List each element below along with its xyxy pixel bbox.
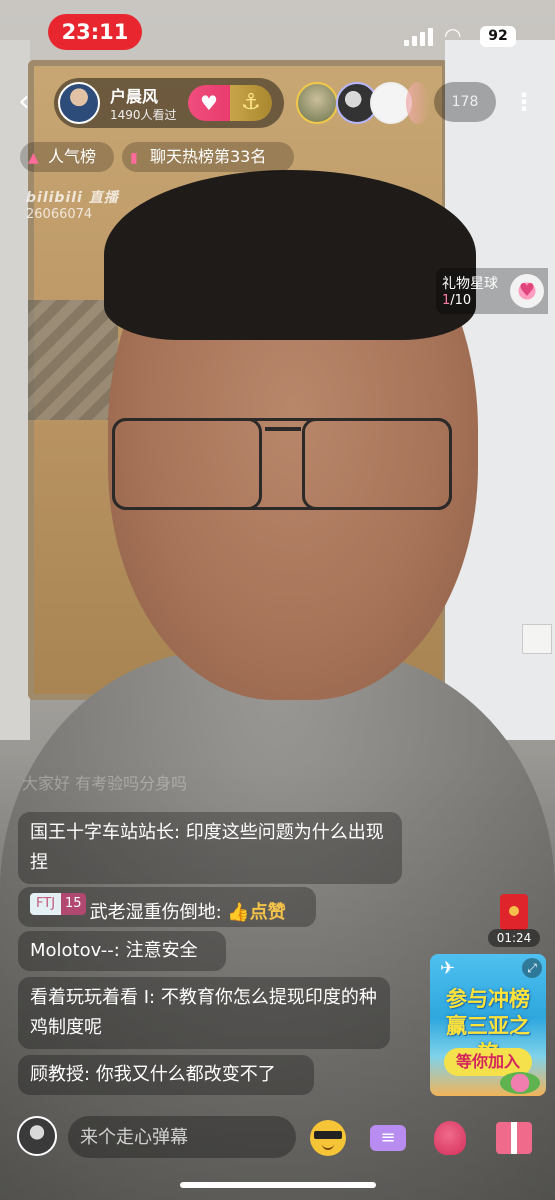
more-options-icon[interactable]: ⋮	[512, 86, 536, 120]
like-icon: 👍	[227, 902, 250, 923]
expand-icon[interactable]: ⤢	[522, 958, 542, 978]
danmaku-input[interactable]	[68, 1116, 296, 1158]
anchor-name: 户晨风	[110, 87, 159, 106]
chat-message: FTJ 15 武老湿重伤倒地: 👍点赞	[18, 887, 316, 927]
fan-medal: FTJ 15	[30, 893, 86, 915]
chat-message: Molotov--: 注意安全	[18, 931, 226, 971]
chat-username: 国王十字车站站长	[30, 822, 174, 843]
signal-icon	[404, 26, 434, 46]
follow-button[interactable]: ♥	[188, 85, 230, 121]
glasses-lens-left	[112, 418, 262, 510]
emoji-button[interactable]	[306, 1116, 350, 1158]
popularity-rank-badge[interactable]: ▲ 人气榜	[20, 142, 114, 172]
red-packet-icon[interactable]	[500, 894, 528, 930]
back-button[interactable]: ‹	[18, 86, 46, 120]
gift-box-icon	[496, 1122, 532, 1154]
wifi-icon: ◠	[444, 23, 462, 47]
status-time: 23:11	[48, 14, 142, 50]
anchor-icon: ⚓	[241, 90, 261, 115]
gift-planet-progress: 1/10	[442, 293, 472, 308]
danmaku-style-icon	[370, 1125, 406, 1151]
online-count[interactable]: 178	[434, 82, 496, 122]
user-avatar[interactable]	[17, 1116, 57, 1156]
flower-icon	[434, 1121, 466, 1155]
gift-planet-widget[interactable]: 礼物星球 1/10 ♥	[436, 268, 548, 314]
rank-label: 聊天热榜第33名	[150, 147, 267, 166]
glasses	[112, 418, 452, 510]
room-id: 26066074	[26, 207, 93, 222]
chat-message: 顾教授: 你我又什么都改变不了	[18, 1055, 314, 1095]
guard-button[interactable]: ⚓	[230, 85, 272, 121]
chat-message: 国王十字车站站长: 印度这些问题为什么出现捏	[18, 812, 402, 884]
chat-username: 武老湿重伤倒地	[89, 902, 216, 923]
chat-username: 看着玩玩着看 I	[30, 987, 150, 1008]
chat-username: 顾教授	[30, 1064, 84, 1085]
battery-icon: 92	[480, 26, 516, 47]
top-viewers[interactable]	[296, 82, 446, 126]
red-packet-timer: 01:24	[488, 929, 540, 947]
gift-planet-title: 礼物星球	[442, 276, 498, 292]
airplane-icon: ✈	[440, 958, 456, 979]
flower-decoration	[500, 1072, 540, 1094]
promo-banner[interactable]: ✈ ⤢ 参与冲榜赢三亚之旅 等你加入	[430, 954, 546, 1096]
sunglasses-emoji-icon	[310, 1120, 346, 1156]
danmaku-style-button[interactable]	[366, 1116, 410, 1158]
gift-planet-icon: ♥	[510, 274, 544, 308]
popularity-icon: ▲	[28, 150, 39, 166]
anchor-viewers: 1490人看过	[110, 108, 177, 122]
watermark-brand: bilibili 直播	[26, 190, 119, 206]
light-switch	[522, 624, 552, 654]
gift-button[interactable]	[492, 1116, 536, 1158]
faded-chat-message: 大家好 有考验吗分身吗	[22, 774, 188, 793]
viewer-avatar[interactable]	[406, 82, 430, 124]
streamer-hair	[104, 170, 476, 340]
chat-hot-rank-badge[interactable]: ▮ 聊天热榜第33名	[122, 142, 294, 172]
hot-chart-icon: ▮	[130, 150, 138, 166]
heart-plus-icon: ♥	[200, 91, 218, 115]
chat-text: 注意安全	[125, 940, 198, 961]
wall-poster	[28, 300, 118, 420]
anchor-info[interactable]: 户晨风 1490人看过 ♥ ⚓	[54, 78, 284, 128]
status-bar: 23:11 ◠ 92	[0, 0, 555, 64]
chat-text: 你我又什么都改变不了	[95, 1064, 276, 1085]
chat-text: 点赞	[249, 902, 286, 923]
chat-message: 看着玩玩着看 I: 不教育你怎么提现印度的种鸡制度呢	[18, 977, 390, 1049]
bilibili-watermark: bilibili 直播 26066074	[26, 190, 119, 223]
flower-gift-button[interactable]	[428, 1116, 472, 1158]
chat-username: Molotov--	[30, 940, 114, 961]
rank-label: 人气榜	[48, 147, 97, 166]
anchor-avatar[interactable]	[58, 82, 100, 124]
viewer-avatar[interactable]	[296, 82, 338, 124]
home-indicator[interactable]	[180, 1182, 376, 1188]
glasses-lens-right	[302, 418, 452, 510]
